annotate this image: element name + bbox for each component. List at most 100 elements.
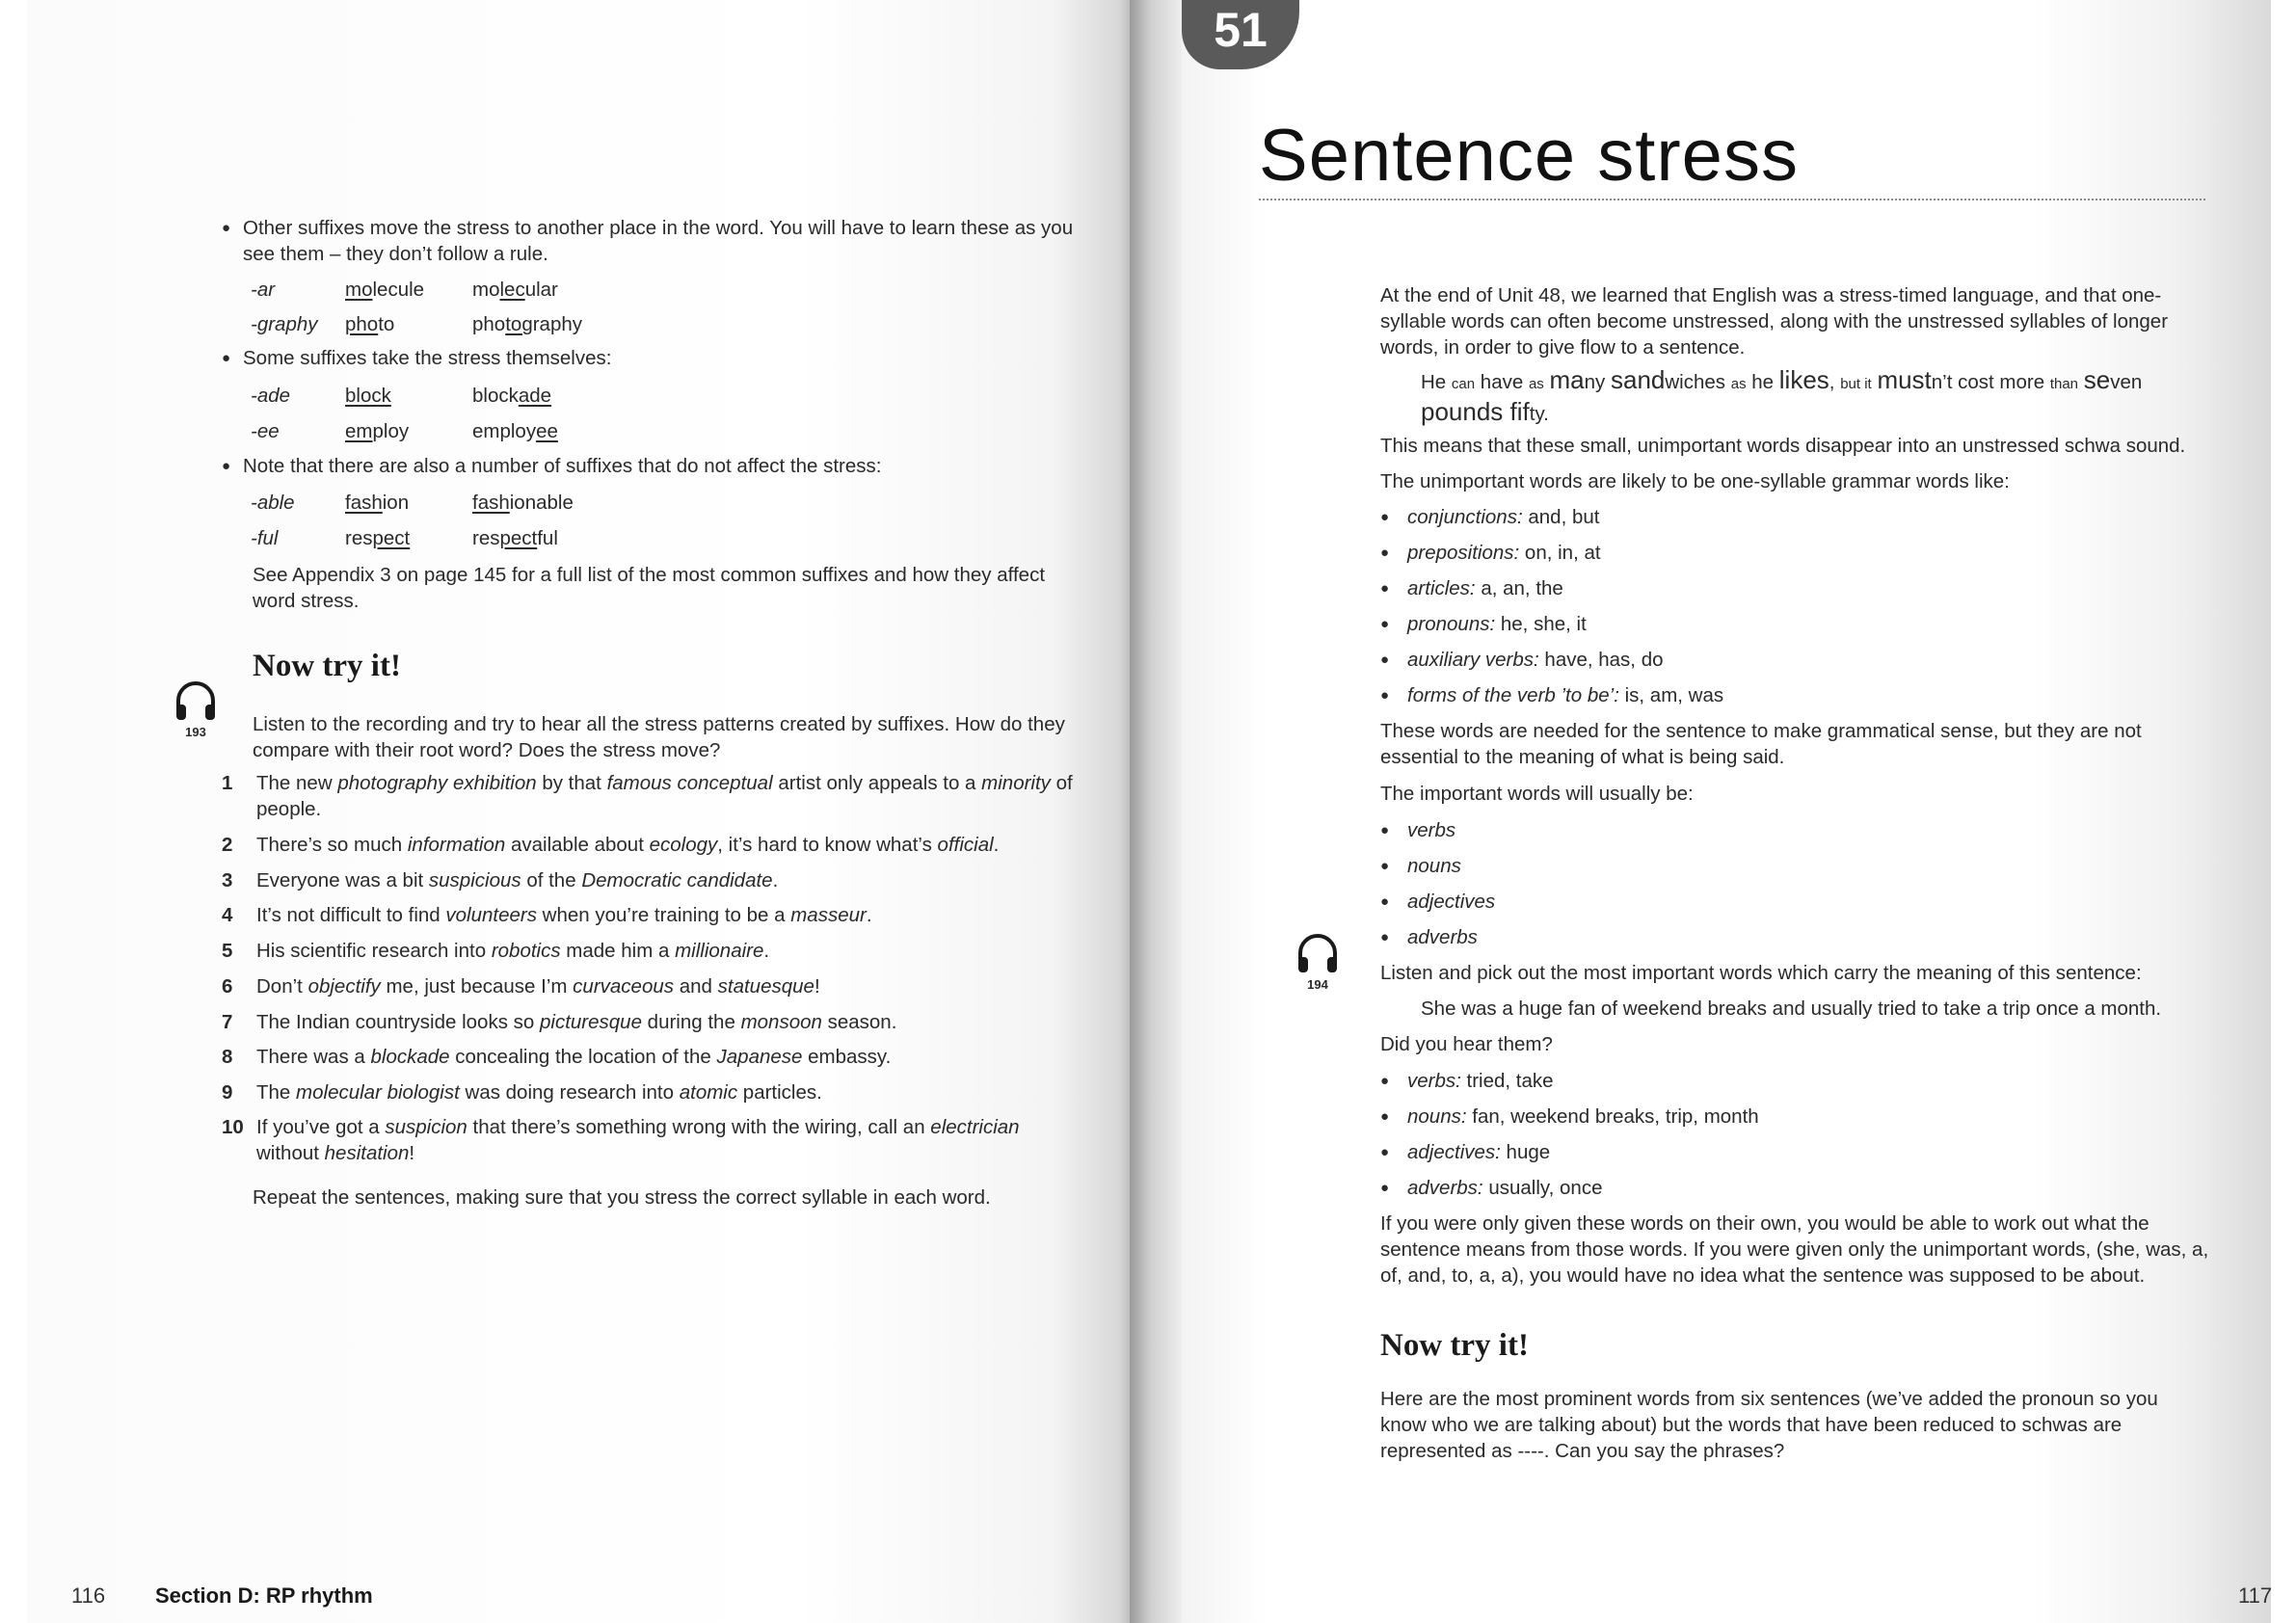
sentence-number: 3 <box>222 869 233 891</box>
sentence-number: 7 <box>222 1011 233 1033</box>
example-row: -ar molecule molecular <box>251 277 558 303</box>
sentence-text: It’s not difficult to find volunteers wh… <box>256 904 872 926</box>
item-label: articles: <box>1407 577 1476 599</box>
suffix-bullet-take-stress: Some suffixes take the stress themselves… <box>222 345 1091 371</box>
page-margin <box>2271 0 2296 1623</box>
suffix-label: -ar <box>251 279 276 301</box>
list-item: pronouns: he, she, it <box>1380 611 2236 637</box>
headphones-icon <box>1298 934 1337 972</box>
item-label: adverbs <box>1407 926 1478 948</box>
item-label: verbs <box>1407 819 1456 841</box>
track-number: 194 <box>1307 977 1328 992</box>
example-row: -able fashion fashionable <box>251 490 574 516</box>
now-try-heading-right: Now try it! <box>1380 1328 1529 1363</box>
example-row: -ful respect respectful <box>251 525 558 551</box>
list-item: articles: a, an, the <box>1380 575 2236 601</box>
listen-instruction: Listen and pick out the most important w… <box>1380 962 2142 984</box>
suffixed-word: molecular <box>472 279 558 301</box>
list-item: auxiliary verbs: have, has, do <box>1380 647 2236 673</box>
title-divider <box>1259 199 2205 200</box>
sentence-number: 5 <box>222 940 233 962</box>
item-label: adjectives: <box>1407 1141 1501 1163</box>
sentence-number: 1 <box>222 772 233 794</box>
suffix-label: -graphy <box>251 313 318 335</box>
example-row: -ade block blockade <box>251 383 551 409</box>
list-item: adverbs <box>1380 924 2236 950</box>
item-label: forms of the verb ’to be’: <box>1407 684 1619 706</box>
item-label: adjectives <box>1407 891 1496 913</box>
audio-track-194[interactable]: 194 <box>1292 928 1344 992</box>
unimportant-intro: The unimportant words are likely to be o… <box>1380 470 2010 492</box>
sentence-number: 9 <box>222 1081 233 1104</box>
book-gutter <box>1130 0 1182 1623</box>
list-item: verbs: tried, take <box>1380 1068 2236 1094</box>
schwa-note: This means that these small, unimportant… <box>1380 435 2186 457</box>
suffixed-word: employee <box>472 420 558 442</box>
now-try-text: Here are the most prominent words from s… <box>1380 1388 2158 1462</box>
sentence-text: The Indian countryside looks so pictures… <box>256 1011 897 1033</box>
conclusion-paragraph: If you were only given these words on th… <box>1380 1212 2209 1287</box>
needed-paragraph: These words are needed for the sentence … <box>1380 720 2142 768</box>
root-word: molecule <box>345 279 425 301</box>
suffixed-word: photography <box>472 313 582 335</box>
headphones-icon <box>176 681 215 720</box>
example-row: -ee employ employee <box>251 418 558 444</box>
root-word: photo <box>345 313 395 335</box>
item-label: prepositions: <box>1407 542 1520 564</box>
list-item: nouns <box>1380 853 2236 879</box>
exercise-intro: Listen to the recording and try to hear … <box>253 713 1065 761</box>
did-you-hear: Did you hear them? <box>1380 1033 1553 1055</box>
important-intro: The important words will usually be: <box>1380 783 1694 805</box>
item-label: verbs: <box>1407 1070 1461 1092</box>
list-item: conjunctions: and, but <box>1380 504 2236 530</box>
sentence-text: His scientific research into robotics ma… <box>256 940 770 962</box>
example-sentence: He can have as many sandwiches as he lik… <box>1421 365 2143 426</box>
item-label: nouns: <box>1407 1105 1467 1128</box>
suffixed-word: respectful <box>472 527 558 549</box>
sentence-number: 4 <box>222 904 233 926</box>
root-word: employ <box>345 420 410 442</box>
sentence-text: If you’ve got a suspicion that there’s s… <box>256 1116 1020 1164</box>
now-try-heading: Now try it! <box>253 649 401 683</box>
list-item: adjectives <box>1380 889 2236 915</box>
sentence-number: 2 <box>222 834 233 856</box>
page-number-right: 117 <box>2238 1583 2273 1608</box>
suffix-bullet-move-stress: Other suffixes move the stress to anothe… <box>222 215 1091 267</box>
suffix-label: -ade <box>251 385 291 407</box>
list-item: verbs <box>1380 817 2236 843</box>
right-page <box>1182 0 2271 1623</box>
item-label: conjunctions: <box>1407 506 1523 528</box>
list-item: adverbs: usually, once <box>1380 1175 2236 1201</box>
item-label: pronouns: <box>1407 613 1496 635</box>
page-number: 116 <box>71 1583 106 1608</box>
sentence-number: 6 <box>222 975 233 998</box>
sentence-text: There’s so much information available ab… <box>256 834 1000 856</box>
suffixed-word: blockade <box>472 385 552 407</box>
suffix-label: -ee <box>251 420 280 442</box>
list-item: adjectives: huge <box>1380 1139 2236 1165</box>
repeat-instruction: Repeat the sentences, making sure that y… <box>253 1186 991 1209</box>
sentence-text: Don’t objectify me, just because I’m cur… <box>256 975 820 998</box>
intro-paragraph: At the end of Unit 48, we learned that E… <box>1380 284 2169 359</box>
suffixed-word: fashionable <box>472 492 574 514</box>
sentence-text: The new photography exhibition by that f… <box>256 772 1073 820</box>
page-title: Sentence stress <box>1259 115 1799 197</box>
section-label: Section D: RP rhythm <box>155 1583 373 1608</box>
list-item: prepositions: on, in, at <box>1380 540 2236 566</box>
suffix-bullet-no-effect: Note that there are also a number of suf… <box>222 453 1091 479</box>
sentence-text: The molecular biologist was doing resear… <box>256 1081 822 1104</box>
root-word: block <box>345 385 391 407</box>
item-label: adverbs: <box>1407 1177 1483 1199</box>
sentence-text: Everyone was a bit suspicious of the Dem… <box>256 869 779 891</box>
list-item: forms of the verb ’to be’: is, am, was <box>1380 682 2236 708</box>
suffix-label: -able <box>251 492 295 514</box>
sentence-text: There was a blockade concealing the loca… <box>256 1046 892 1068</box>
example-row: -graphy photo photography <box>251 311 582 337</box>
suffix-label: -ful <box>251 527 279 549</box>
root-word: fashion <box>345 492 410 514</box>
listen-sentence: She was a huge fan of weekend breaks and… <box>1421 998 2162 1020</box>
audio-track-193[interactable]: 193 <box>170 676 222 739</box>
item-label: auxiliary verbs: <box>1407 649 1539 671</box>
track-number: 193 <box>185 725 206 739</box>
appendix-note: See Appendix 3 on page 145 for a full li… <box>253 564 1046 612</box>
